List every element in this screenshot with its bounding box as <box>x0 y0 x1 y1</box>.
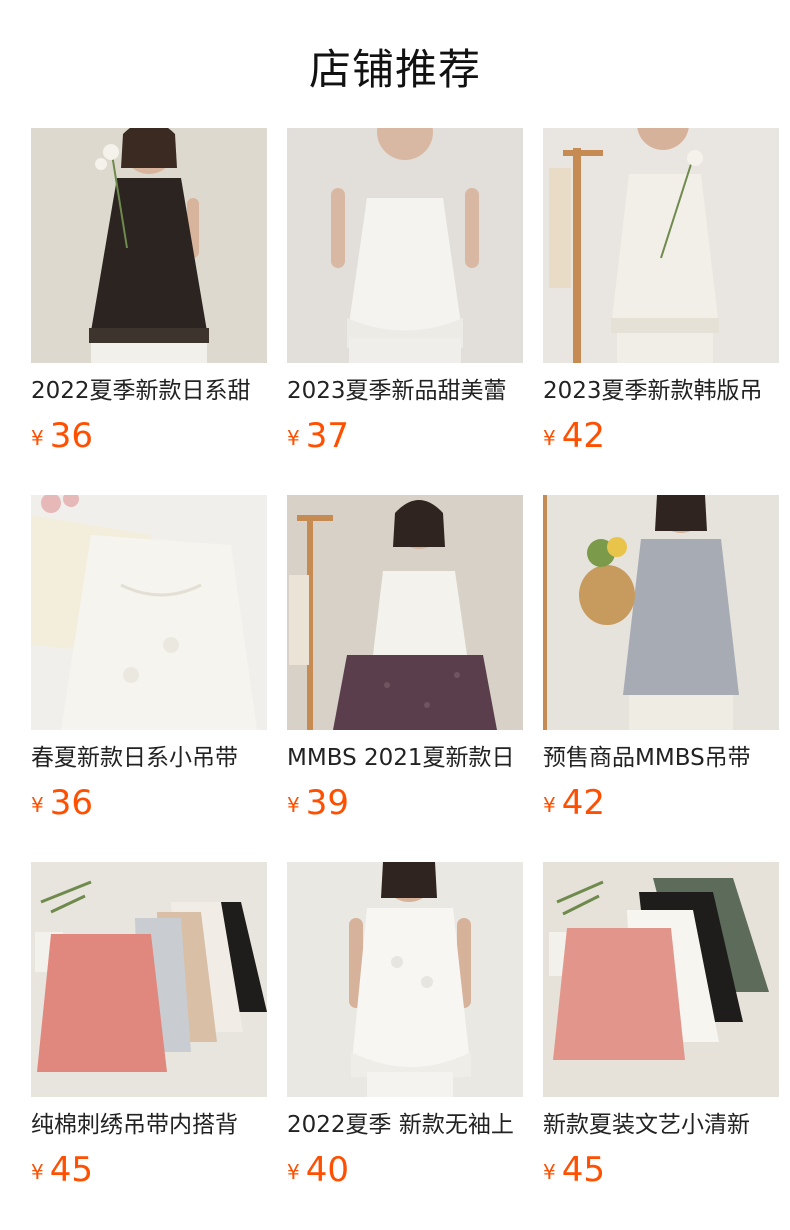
product-card[interactable]: MMBS 2021夏新款日 ¥39 <box>287 495 523 825</box>
product-price: ¥42 <box>543 783 605 823</box>
product-card[interactable]: 2022夏季 新款无袖上 ¥40 <box>287 862 523 1192</box>
product-price: ¥36 <box>31 783 93 823</box>
product-image[interactable] <box>287 128 523 363</box>
product-name[interactable]: 2022夏季 新款无袖上 <box>287 1110 523 1144</box>
currency-symbol: ¥ <box>543 426 556 450</box>
product-card[interactable]: 新款夏装文艺小清新 ¥45 <box>543 862 779 1192</box>
product-image[interactable] <box>287 862 523 1097</box>
price-amount: 39 <box>305 783 349 823</box>
currency-symbol: ¥ <box>543 1160 556 1184</box>
price-amount: 45 <box>561 1150 605 1190</box>
product-name[interactable]: 预售商品MMBS吊带 <box>543 743 779 777</box>
product-price: ¥42 <box>543 416 605 456</box>
product-image[interactable] <box>543 128 779 363</box>
price-amount: 42 <box>561 416 605 456</box>
product-price: ¥36 <box>31 416 93 456</box>
product-name[interactable]: MMBS 2021夏新款日 <box>287 743 523 777</box>
product-price: ¥40 <box>287 1150 349 1190</box>
product-image[interactable] <box>543 862 779 1097</box>
product-price: ¥39 <box>287 783 349 823</box>
product-card[interactable]: 2022夏季新款日系甜 ¥36 <box>31 128 267 458</box>
product-price: ¥45 <box>31 1150 93 1190</box>
product-name[interactable]: 2023夏季新款韩版吊 <box>543 376 779 410</box>
product-card[interactable]: 2023夏季新品甜美蕾 ¥37 <box>287 128 523 458</box>
product-name[interactable]: 2023夏季新品甜美蕾 <box>287 376 523 410</box>
product-image[interactable] <box>287 495 523 730</box>
product-price: ¥37 <box>287 416 349 456</box>
price-amount: 40 <box>305 1150 349 1190</box>
product-card[interactable]: 2023夏季新款韩版吊 ¥42 <box>543 128 779 458</box>
product-name[interactable]: 春夏新款日系小吊带 <box>31 743 267 777</box>
product-card[interactable]: 纯棉刺绣吊带内搭背 ¥45 <box>31 862 267 1192</box>
currency-symbol: ¥ <box>287 793 300 817</box>
price-amount: 37 <box>305 416 349 456</box>
page-title: 店铺推荐 <box>308 45 481 94</box>
product-price: ¥45 <box>543 1150 605 1190</box>
product-card[interactable]: 预售商品MMBS吊带 ¥42 <box>543 495 779 825</box>
product-image[interactable] <box>31 862 267 1097</box>
product-name[interactable]: 2022夏季新款日系甜 <box>31 376 267 410</box>
product-image[interactable] <box>31 495 267 730</box>
price-amount: 36 <box>49 416 93 456</box>
product-name[interactable]: 纯棉刺绣吊带内搭背 <box>31 1110 267 1144</box>
price-amount: 42 <box>561 783 605 823</box>
currency-symbol: ¥ <box>31 1160 44 1184</box>
currency-symbol: ¥ <box>31 426 44 450</box>
product-name[interactable]: 新款夏装文艺小清新 <box>543 1110 779 1144</box>
currency-symbol: ¥ <box>287 426 300 450</box>
product-image[interactable] <box>31 128 267 363</box>
product-image[interactable] <box>543 495 779 730</box>
currency-symbol: ¥ <box>31 793 44 817</box>
currency-symbol: ¥ <box>543 793 556 817</box>
product-card[interactable]: 春夏新款日系小吊带 ¥36 <box>31 495 267 825</box>
price-amount: 36 <box>49 783 93 823</box>
currency-symbol: ¥ <box>287 1160 300 1184</box>
price-amount: 45 <box>49 1150 93 1190</box>
